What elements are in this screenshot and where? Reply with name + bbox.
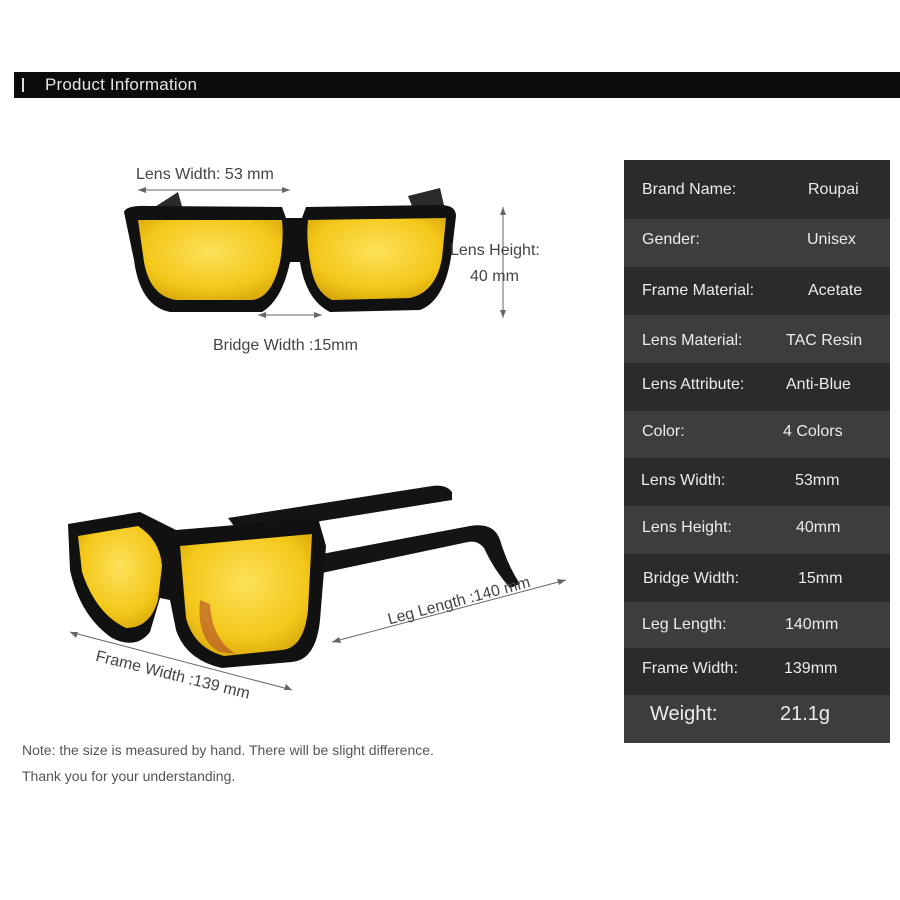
spec-key: Gender: bbox=[642, 231, 700, 248]
spec-value: 140mm bbox=[785, 616, 839, 633]
spec-table: Brand Name: Roupai Gender: Unisex Frame … bbox=[624, 160, 890, 743]
spec-value: 4 Colors bbox=[783, 423, 843, 440]
spec-key: Weight: bbox=[650, 703, 718, 725]
spec-key: Lens Width: bbox=[641, 472, 726, 489]
lens-height-label-line1: Lens Height: bbox=[450, 242, 540, 259]
spec-value: Anti-Blue bbox=[786, 376, 851, 393]
front-lens-left bbox=[138, 220, 283, 300]
spec-key: Frame Material: bbox=[642, 282, 755, 299]
thanks-note: Thank you for your understanding. bbox=[22, 768, 236, 784]
spec-value: 15mm bbox=[798, 570, 843, 587]
spec-value: 53mm bbox=[795, 472, 840, 489]
spec-key: Brand Name: bbox=[642, 181, 737, 198]
spec-key: Frame Width: bbox=[642, 660, 739, 677]
lens-height-label-line2: 40 mm bbox=[470, 268, 519, 285]
bridge-width-label: Bridge Width :15mm bbox=[213, 337, 358, 354]
angled-lens-right bbox=[180, 534, 312, 656]
spec-value: 40mm bbox=[796, 519, 841, 536]
spec-value: 21.1g bbox=[780, 703, 831, 725]
measurement-note: Note: the size is measured by hand. Ther… bbox=[22, 742, 434, 758]
spec-key: Color: bbox=[642, 423, 685, 440]
spec-key: Bridge Width: bbox=[643, 570, 740, 587]
spec-key: Leg Length: bbox=[642, 616, 727, 633]
spec-value: TAC Resin bbox=[786, 332, 863, 349]
spec-value: Roupai bbox=[808, 181, 859, 198]
spec-value: Unisex bbox=[807, 231, 856, 248]
spec-key: Lens Material: bbox=[642, 332, 743, 349]
front-lens-right bbox=[307, 218, 446, 300]
spec-key: Lens Attribute: bbox=[642, 376, 745, 393]
spec-value: 139mm bbox=[784, 660, 838, 677]
spec-key: Lens Height: bbox=[642, 519, 732, 536]
spec-value: Acetate bbox=[808, 282, 863, 299]
lens-width-label: Lens Width: 53 mm bbox=[136, 166, 274, 183]
glasses-front-view bbox=[124, 187, 506, 318]
